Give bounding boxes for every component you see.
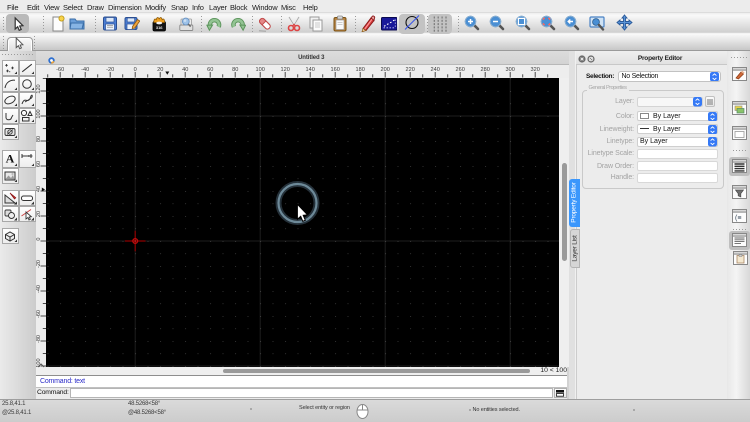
svg-text:-60: -60 — [56, 67, 64, 73]
svg-text:60: 60 — [36, 160, 42, 166]
svg-text:-40: -40 — [81, 67, 89, 73]
svg-text:320: 320 — [531, 67, 540, 73]
svg-text:240: 240 — [431, 67, 440, 73]
svg-text:160: 160 — [331, 67, 340, 73]
svg-text:0: 0 — [134, 67, 137, 73]
svg-text:-20: -20 — [106, 67, 114, 73]
svg-text:80: 80 — [36, 135, 42, 141]
svg-text:300: 300 — [506, 67, 515, 73]
svg-text:-60: -60 — [36, 309, 42, 317]
svg-text:260: 260 — [456, 67, 465, 73]
svg-text:140: 140 — [306, 67, 315, 73]
svg-text:220: 220 — [406, 67, 415, 73]
svg-text:20: 20 — [36, 210, 42, 216]
svg-text:280: 280 — [481, 67, 490, 73]
svg-text:316: 316 — [156, 25, 163, 30]
svg-text:180: 180 — [356, 67, 365, 73]
svg-text:20: 20 — [157, 67, 163, 73]
svg-text:120: 120 — [36, 84, 42, 93]
svg-text:(≡: (≡ — [735, 215, 741, 222]
svg-text:100: 100 — [36, 109, 42, 118]
svg-text:0: 0 — [36, 237, 42, 240]
svg-text:-80: -80 — [36, 334, 42, 342]
svg-text:60: 60 — [207, 67, 213, 73]
svg-text:100: 100 — [256, 67, 265, 73]
svg-text:-40: -40 — [36, 284, 42, 292]
svg-text:120: 120 — [281, 67, 290, 73]
svg-text:80: 80 — [232, 67, 238, 73]
svg-text:40: 40 — [182, 67, 188, 73]
svg-text:-20: -20 — [36, 259, 42, 267]
svg-text:200: 200 — [381, 67, 390, 73]
svg-text:40: 40 — [36, 185, 42, 191]
